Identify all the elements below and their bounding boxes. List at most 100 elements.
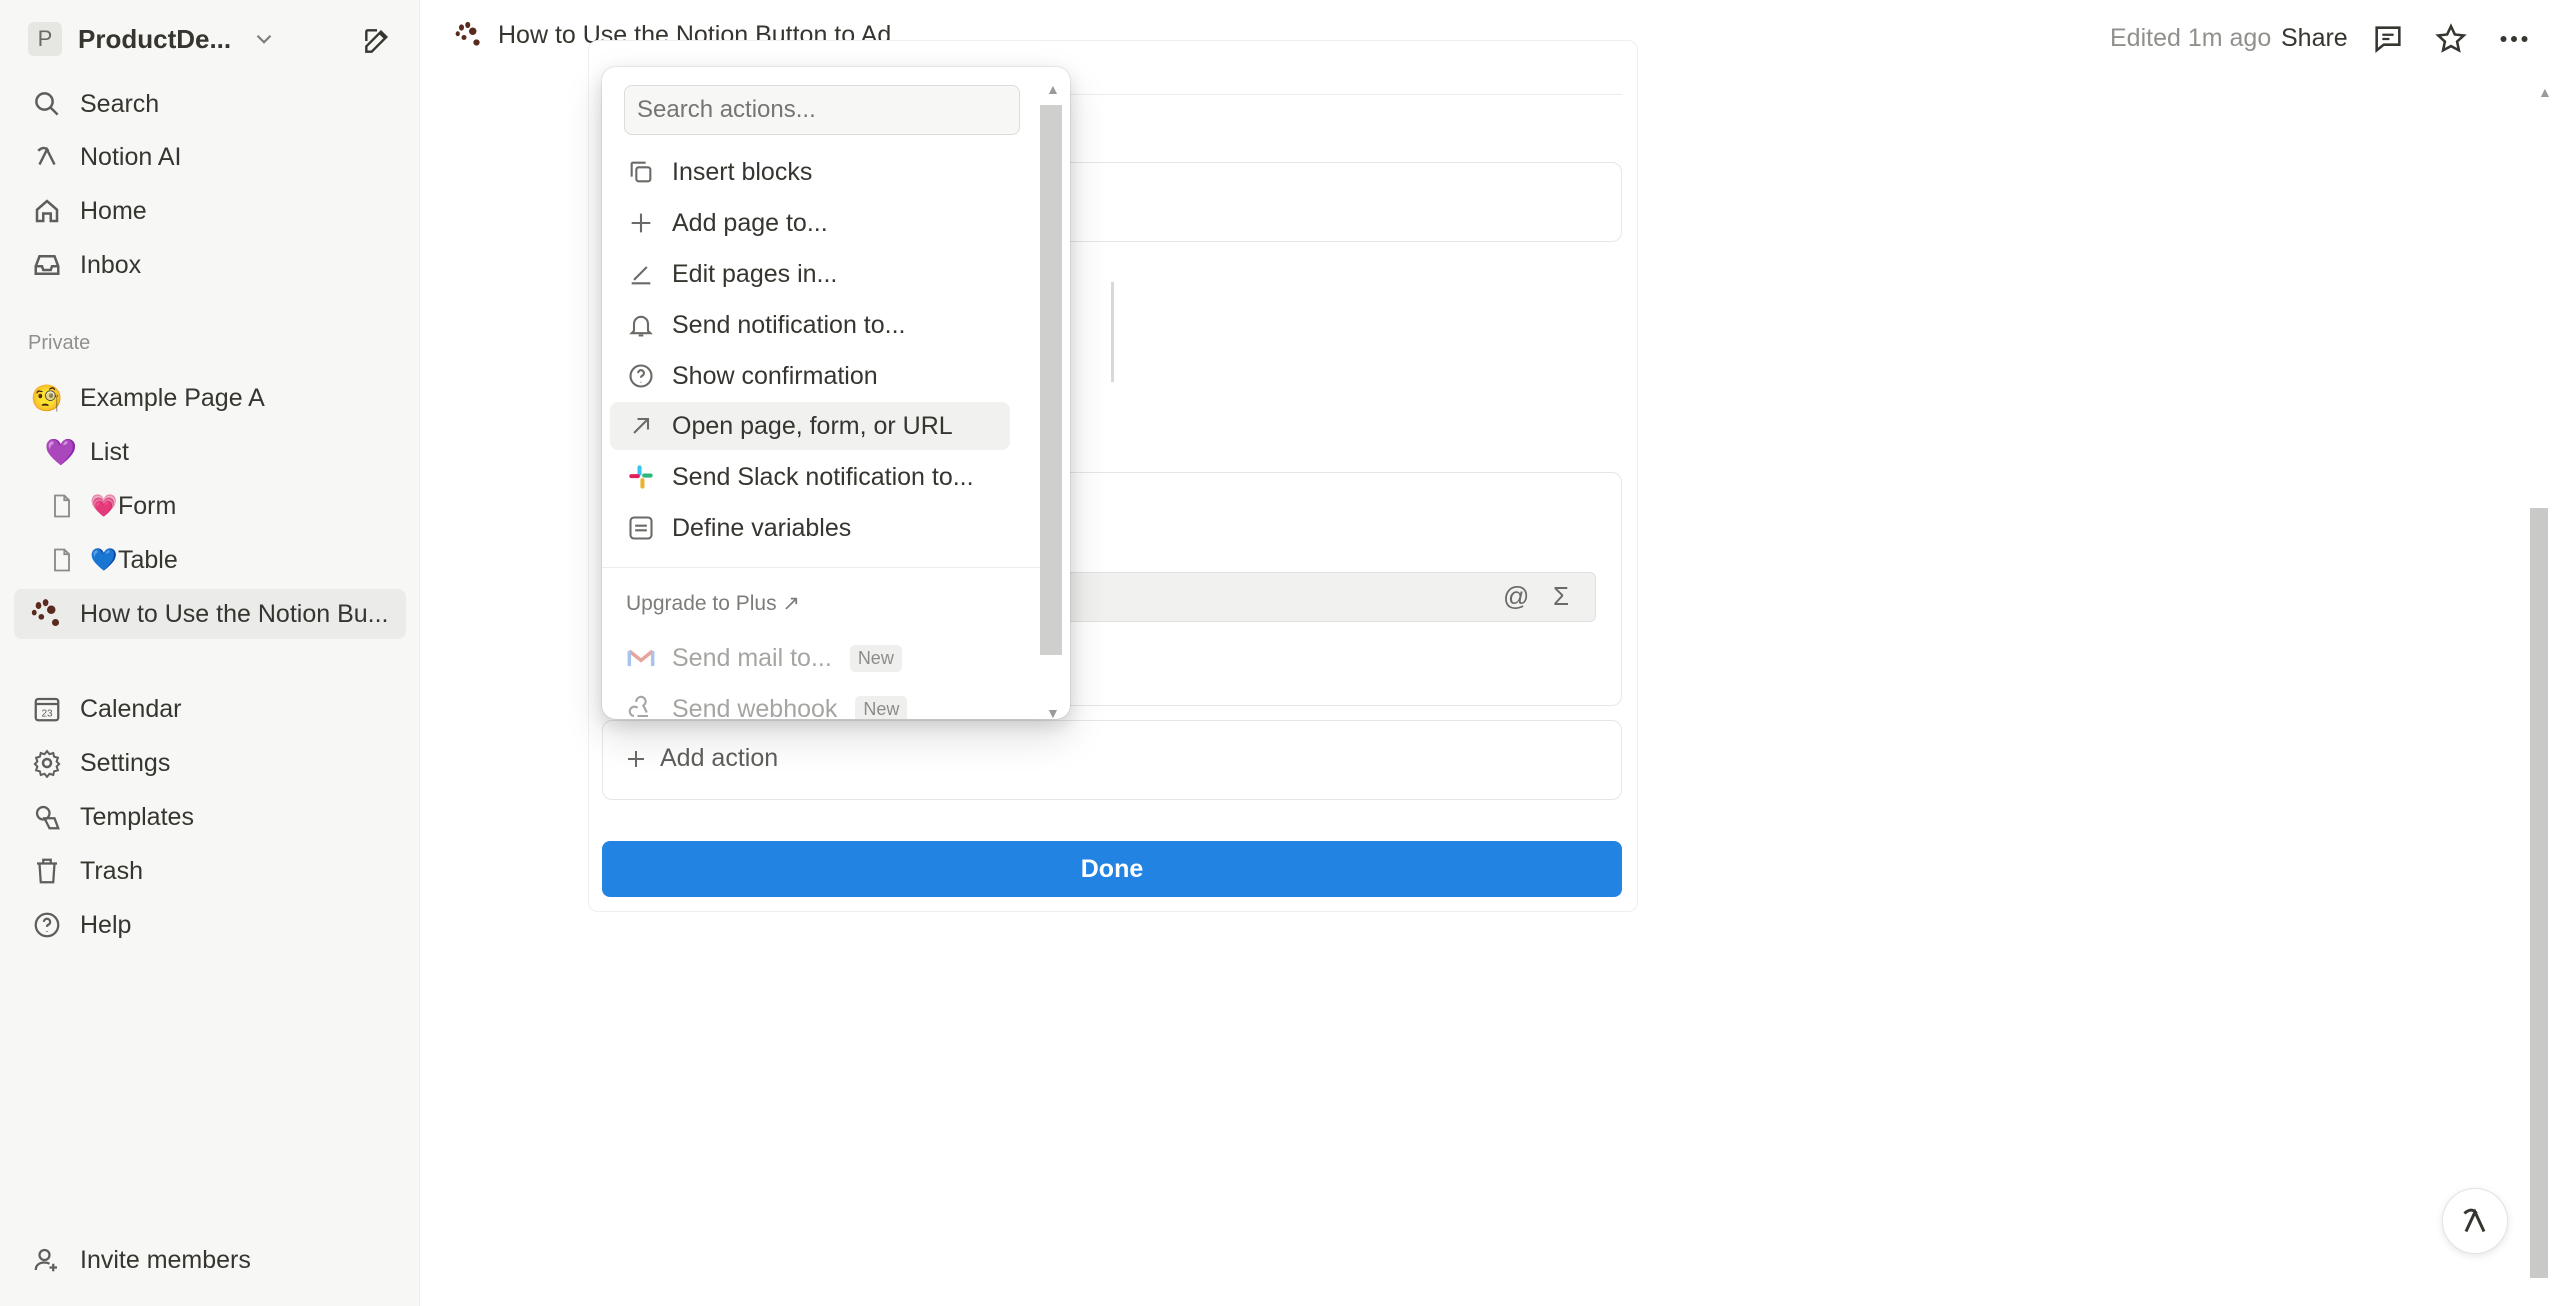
menu-item-label: Send mail to...: [672, 643, 832, 672]
favorite-button[interactable]: [2432, 20, 2470, 58]
sidebar-item-label: Table: [118, 545, 178, 574]
page-scrollbar-thumb[interactable]: [2530, 508, 2548, 1278]
invite-members-button[interactable]: Invite members: [14, 1235, 406, 1285]
sidebar-item-templates[interactable]: Templates: [14, 792, 406, 842]
gmail-icon: [626, 643, 656, 673]
menu-item-add-page[interactable]: Add page to...: [610, 199, 1010, 247]
paw-icon: [30, 597, 64, 631]
sidebar-item-label: Example Page A: [80, 383, 265, 412]
page-emoji: 💗: [90, 493, 118, 518]
sidebar-item-label: Inbox: [80, 250, 142, 279]
formula-input[interactable]: @ Σ: [1060, 572, 1596, 622]
sidebar-item-settings[interactable]: Settings: [14, 738, 406, 788]
sidebar-page-list[interactable]: 💜 List: [14, 427, 406, 477]
comment-icon: [2375, 26, 2401, 53]
sidebar-item-label: Home: [80, 196, 147, 225]
sidebar-page-example-a[interactable]: 🧐 Example Page A: [14, 373, 406, 423]
formula-sigma-icon[interactable]: Σ: [1553, 581, 1569, 612]
notion-ai-icon: [2463, 1208, 2486, 1233]
menu-item-show-confirmation[interactable]: Show confirmation: [610, 352, 1010, 400]
sidebar-item-label: Settings: [80, 748, 171, 777]
new-badge: New: [849, 644, 902, 672]
sidebar-item-calendar[interactable]: 23 Calendar: [14, 684, 406, 734]
menu-scrollbar-thumb[interactable]: [1040, 105, 1062, 655]
new-page-button[interactable]: [356, 20, 398, 62]
menu-item-label: Show confirmation: [672, 361, 878, 390]
notion-ai-button[interactable]: [2442, 1188, 2508, 1254]
menu-item-label: Send Slack notification to...: [672, 462, 974, 491]
menu-item-send-mail[interactable]: Send mail to... New: [610, 634, 1010, 682]
sidebar-item-label: Form: [118, 491, 177, 520]
sidebar-item-trash[interactable]: Trash: [14, 846, 406, 896]
sidebar-page-table[interactable]: 💙 Table: [14, 535, 406, 585]
gear-icon: [30, 746, 64, 780]
workspace-switcher[interactable]: P ProductDe...: [14, 14, 284, 64]
menu-item-send-webhook[interactable]: Send webhook New: [610, 685, 1010, 719]
slack-icon: [626, 462, 656, 492]
more-horizontal-icon: [2500, 36, 2528, 42]
question-icon: [626, 361, 656, 391]
templates-icon: [30, 800, 64, 834]
workspace-avatar: P: [28, 22, 62, 56]
page-emoji: 💜: [44, 436, 78, 467]
search-actions-input[interactable]: [624, 85, 1020, 135]
page-emoji: 💙: [90, 547, 118, 572]
copy-icon: [626, 157, 656, 187]
sidebar-item-label: Calendar: [80, 694, 182, 723]
sidebar-item-label: Help: [80, 910, 132, 939]
menu-item-slack-notification[interactable]: Send Slack notification to...: [610, 453, 1010, 501]
sidebar-item-help[interactable]: Help: [14, 900, 406, 950]
paw-icon: [455, 21, 480, 46]
done-button[interactable]: Done: [602, 841, 1622, 897]
menu-item-insert-blocks[interactable]: Insert blocks: [610, 148, 1010, 196]
star-icon: [2435, 23, 2467, 53]
sidebar-item-label: Trash: [80, 856, 143, 885]
menu-item-label: Open page, form, or URL: [672, 411, 953, 440]
document-icon: [48, 545, 76, 575]
workspace-name: ProductDe...: [78, 23, 232, 54]
sidebar-item-label: List: [90, 437, 129, 466]
sidebar-page-current[interactable]: How to Use the Notion Bu...: [14, 589, 406, 639]
trash-icon: [30, 854, 64, 888]
edited-timestamp: Edited 1m ago: [2110, 24, 2272, 52]
help-icon: [30, 908, 64, 942]
arrow-up-right-icon: [626, 411, 656, 441]
sidebar-item-label: Invite members: [80, 1245, 251, 1274]
sidebar-page-form[interactable]: 💗 Form: [14, 481, 406, 531]
add-action-button[interactable]: Add action: [624, 744, 778, 773]
plus-icon: [626, 208, 656, 238]
menu-item-label: Define variables: [672, 513, 852, 542]
more-options-button[interactable]: [2495, 20, 2533, 58]
sidebar-item-notion-ai[interactable]: Notion AI: [14, 132, 406, 182]
compose-icon: [365, 29, 389, 53]
scroll-down-icon: ▼: [1046, 705, 1060, 719]
comments-button[interactable]: [2369, 20, 2407, 58]
bell-icon: [626, 310, 656, 340]
actions-dropdown: Insert blocks Add page to... Edit pages …: [602, 67, 1070, 719]
share-button[interactable]: Share: [2281, 24, 2348, 53]
sidebar-item-label: How to Use the Notion Bu...: [80, 599, 389, 628]
menu-item-label: Insert blocks: [672, 157, 813, 186]
home-icon: [30, 194, 64, 228]
menu-item-label: Edit pages in...: [672, 259, 838, 288]
sidebar-item-inbox[interactable]: Inbox: [14, 240, 406, 290]
menu-item-define-variables[interactable]: Define variables: [610, 504, 1010, 552]
plus-icon: [628, 750, 644, 767]
menu-item-open-page[interactable]: Open page, form, or URL: [610, 402, 1010, 450]
variables-icon: [626, 513, 656, 543]
sidebar-item-search[interactable]: Search: [14, 79, 406, 129]
sidebar-item-label: Notion AI: [80, 142, 182, 171]
menu-item-edit-pages[interactable]: Edit pages in...: [610, 250, 1010, 298]
add-user-icon: [30, 1243, 64, 1277]
notion-ai-icon: [30, 140, 64, 174]
mention-icon[interactable]: @: [1503, 581, 1529, 612]
menu-item-send-notification[interactable]: Send notification to...: [610, 301, 1010, 349]
document-icon: [48, 491, 76, 521]
menu-item-label: Add page to...: [672, 208, 828, 237]
page-emoji: 🧐: [30, 382, 64, 413]
upgrade-to-plus-link[interactable]: Upgrade to Plus ↗: [626, 591, 800, 616]
text-cursor: [1111, 282, 1114, 382]
chevron-down-icon: [256, 34, 272, 44]
sidebar-item-home[interactable]: Home: [14, 186, 406, 236]
add-action-label: Add action: [660, 744, 779, 772]
